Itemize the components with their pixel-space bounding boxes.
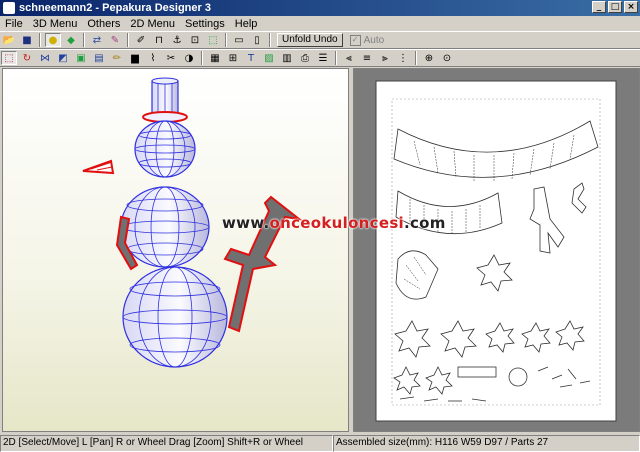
title-bar: schneemann2 - Pepakura Designer 3 _ □ × (0, 0, 640, 16)
edit-toolbar: ⬚ ↻ ⋈ ◩ ▣ ▤ ✏ ▆ ⌇ ✂ ◑ ▦ ⊞ T ▨ ▥ ⎙ ☰ ⫷ ≡ … (0, 49, 640, 67)
minimize-button[interactable]: _ (592, 1, 606, 13)
texture-cube-icon[interactable]: ◆ (63, 33, 79, 47)
align-left-icon[interactable]: ⫷ (341, 51, 357, 65)
print-icon[interactable]: ⎙ (297, 51, 313, 65)
window-title: schneemann2 - Pepakura Designer 3 (19, 2, 211, 14)
close-button[interactable]: × (624, 1, 638, 13)
status-mode-hint: 2D [Select/Move] L [Pan] R or Wheel Drag… (0, 435, 333, 452)
menu-2d[interactable]: 2D Menu (125, 18, 180, 30)
menu-settings[interactable]: Settings (180, 18, 230, 30)
status-assembled-size: Assembled size(mm): H116 W59 D97 / Parts… (333, 435, 640, 452)
toolbar-separator (127, 33, 129, 47)
zoom-in-icon[interactable]: ⊕ (421, 51, 437, 65)
unfold-undo-button[interactable]: Unfold Undo (277, 33, 343, 47)
app-icon (3, 2, 15, 14)
frame-icon[interactable]: ⊡ (187, 33, 203, 47)
pencil-icon[interactable]: ✏ (109, 51, 125, 65)
grid-icon[interactable]: ▦ (207, 51, 223, 65)
fold-line-icon[interactable]: ⌇ (145, 51, 161, 65)
menu-others[interactable]: Others (82, 18, 125, 30)
mirror-icon[interactable]: ◑ (181, 51, 197, 65)
menu-help[interactable]: Help (230, 18, 263, 30)
glue-icon[interactable]: ⊓ (151, 33, 167, 47)
part-circle (508, 367, 528, 387)
distribute-icon[interactable]: ⋮ (395, 51, 411, 65)
part-strip (457, 366, 497, 378)
align-right-icon[interactable]: ⫸ (377, 51, 393, 65)
toolbar-separator (83, 33, 85, 47)
view-single-icon[interactable]: ▭ (231, 33, 247, 47)
join-icon[interactable]: ⋈ (37, 51, 53, 65)
toolbar-separator (201, 51, 203, 65)
maximize-button[interactable]: □ (608, 1, 622, 13)
scissors-icon[interactable]: ✂ (163, 51, 179, 65)
toolbar-separator (269, 33, 271, 47)
camera-icon[interactable]: ▆ (127, 51, 143, 65)
snowman-bottom (122, 266, 228, 368)
page-icon[interactable]: ▤ (91, 51, 107, 65)
watermark-brand: onceokuloncesi (269, 214, 404, 232)
snowman-head (134, 120, 196, 178)
crop-icon[interactable]: ▣ (73, 51, 89, 65)
flap-icon[interactable]: ◩ (55, 51, 71, 65)
menu-3d[interactable]: 3D Menu (28, 18, 83, 30)
paper-layout (375, 80, 617, 422)
anchor-icon[interactable]: ⚓ (169, 33, 185, 47)
toolbar-separator (415, 51, 417, 65)
toolbar-separator (335, 51, 337, 65)
edit-icon[interactable]: ✎ (107, 33, 123, 47)
zoom-fit-icon[interactable]: ⊙ (439, 51, 455, 65)
layout-icon[interactable]: ▥ (279, 51, 295, 65)
watermark: www.onceokuloncesi.com (222, 214, 446, 232)
2d-view[interactable] (353, 68, 640, 432)
snowman-model (82, 77, 303, 368)
arrange-icon[interactable]: ⊞ (225, 51, 241, 65)
toolbar-separator (39, 33, 41, 47)
image-icon[interactable]: ▨ (261, 51, 277, 65)
menu-bar: File 3D Menu Others 2D Menu Settings Hel… (0, 16, 640, 31)
pen-icon[interactable]: ✐ (133, 33, 149, 47)
align-center-icon[interactable]: ≡ (359, 51, 375, 65)
save-icon[interactable]: ■ (19, 33, 35, 47)
text-icon[interactable]: T (243, 51, 259, 65)
3d-view[interactable] (2, 68, 349, 432)
select-move-icon[interactable]: ⬚ (1, 51, 17, 65)
properties-icon[interactable]: ☰ (315, 51, 331, 65)
snowman-middle (120, 186, 210, 268)
auto-label: Auto (363, 34, 385, 46)
toolbar-separator (225, 33, 227, 47)
rotate-icon[interactable]: ↻ (19, 51, 35, 65)
menu-file[interactable]: File (0, 18, 28, 30)
open-folder-icon[interactable]: 📂 (1, 33, 17, 47)
auto-checkbox[interactable]: ✓ Auto (349, 34, 385, 46)
status-bar: 2D [Select/Move] L [Pan] R or Wheel Drag… (0, 435, 640, 452)
watermark-suffix: .com (403, 214, 446, 232)
main-toolbar: 📂 ■ ● ◆ ⇄ ✎ ✐ ⊓ ⚓ ⊡ ⬚ ▭ ▯ Unfold Undo ✓ … (0, 31, 640, 49)
watermark-prefix: www. (222, 214, 270, 232)
view-split-icon[interactable]: ▯ (249, 33, 265, 47)
select-icon[interactable]: ⬚ (205, 33, 221, 47)
checkbox-check-icon: ✓ (349, 34, 361, 46)
lightbulb-icon[interactable]: ● (45, 33, 61, 47)
unfold-icon[interactable]: ⇄ (89, 33, 105, 47)
